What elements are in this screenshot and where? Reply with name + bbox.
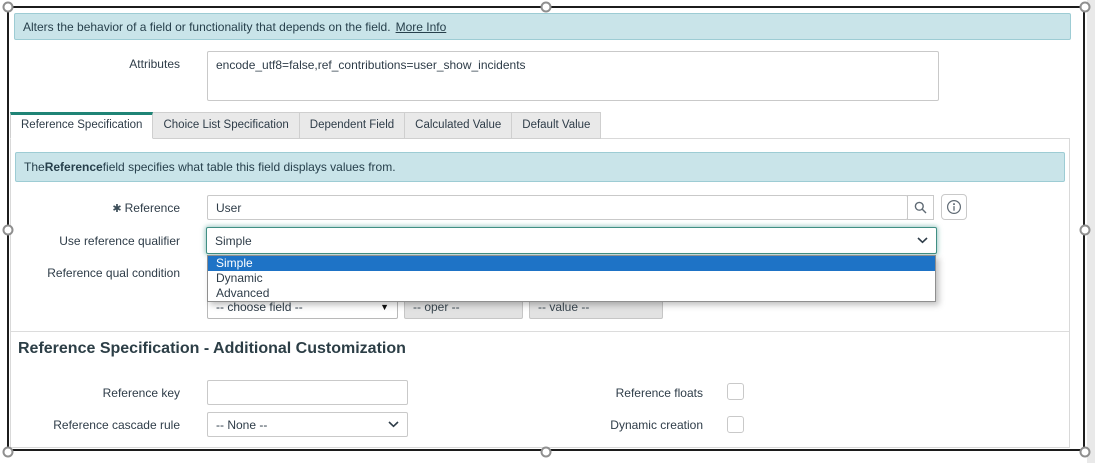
reference-floats-label: Reference floats bbox=[615, 386, 703, 400]
search-icon bbox=[914, 201, 927, 214]
resize-handle-bottom-left[interactable] bbox=[2, 446, 14, 458]
resize-handle-middle-right[interactable] bbox=[1079, 224, 1091, 236]
reference-info-banner: The Reference field specifies what table… bbox=[15, 152, 1065, 182]
section-divider bbox=[11, 331, 1069, 332]
resize-handle-middle-left[interactable] bbox=[2, 224, 14, 236]
screenshot-stage: Alters the behavior of a field or functi… bbox=[0, 0, 1095, 463]
reference-lookup-button[interactable] bbox=[907, 195, 934, 220]
value-placeholder: -- value -- bbox=[538, 300, 590, 314]
tab-default-value[interactable]: Default Value bbox=[511, 112, 602, 139]
resize-handle-top-center[interactable] bbox=[540, 1, 552, 13]
reference-floats-checkbox[interactable] bbox=[727, 383, 744, 400]
dropdown-option-dynamic[interactable]: Dynamic bbox=[208, 271, 935, 286]
reference-help-button[interactable] bbox=[941, 194, 967, 220]
required-asterisk-icon: ✱ bbox=[112, 203, 122, 215]
tab-label: Choice List Specification bbox=[163, 119, 289, 131]
banner-text-prefix: The bbox=[24, 160, 45, 174]
qualifier-selected-value: Simple bbox=[215, 233, 252, 248]
tab-reference-specification[interactable]: Reference Specification bbox=[10, 112, 154, 139]
attributes-input[interactable]: encode_utf8=false,ref_contributions=user… bbox=[207, 51, 939, 101]
tab-choice-list-specification[interactable]: Choice List Specification bbox=[152, 112, 300, 139]
choose-field-value: -- choose field -- bbox=[216, 300, 303, 314]
chevron-down-icon bbox=[388, 421, 399, 428]
reference-key-label: Reference key bbox=[102, 386, 180, 400]
chevron-down-icon bbox=[917, 237, 928, 244]
banner-text-bold: Reference bbox=[44, 160, 103, 174]
tab-label: Reference Specification bbox=[21, 119, 143, 131]
cascade-rule-value: -- None -- bbox=[216, 417, 268, 432]
dropdown-option-advanced[interactable]: Advanced bbox=[208, 286, 935, 301]
banner-text-suffix: field specifies what table this field di… bbox=[102, 160, 396, 174]
reference-cascade-rule-select[interactable]: -- None -- bbox=[207, 412, 408, 437]
qualifier-dropdown-menu: Simple Dynamic Advanced bbox=[207, 255, 936, 302]
tab-label: Dependent Field bbox=[309, 119, 395, 131]
resize-handle-top-left[interactable] bbox=[2, 1, 14, 13]
field-behavior-info-banner: Alters the behavior of a field or functi… bbox=[14, 13, 1071, 40]
info-icon bbox=[946, 199, 962, 215]
tab-dependent-field[interactable]: Dependent Field bbox=[298, 112, 406, 139]
attributes-label: Attributes bbox=[129, 57, 180, 71]
reference-key-input[interactable] bbox=[207, 380, 408, 405]
more-info-link[interactable]: More Info bbox=[396, 20, 447, 34]
reference-label: Reference bbox=[124, 201, 180, 215]
oper-value: -- oper -- bbox=[413, 300, 460, 314]
dropdown-arrow-icon: ▼ bbox=[380, 302, 389, 312]
use-reference-qualifier-label: Use reference qualifier bbox=[59, 234, 180, 248]
resize-handle-bottom-right[interactable] bbox=[1079, 446, 1091, 458]
tab-label: Default Value bbox=[522, 119, 591, 131]
tab-strip: Reference Specification Choice List Spec… bbox=[10, 112, 602, 139]
reference-label-wrap: ✱ Reference bbox=[14, 201, 180, 216]
dynamic-creation-label: Dynamic creation bbox=[610, 418, 703, 432]
reference-cascade-rule-label: Reference cascade rule bbox=[53, 418, 180, 432]
info-banner-text: Alters the behavior of a field or functi… bbox=[23, 19, 391, 34]
tab-calculated-value[interactable]: Calculated Value bbox=[404, 112, 513, 139]
resize-handle-bottom-center[interactable] bbox=[540, 446, 552, 458]
use-reference-qualifier-select[interactable]: Simple bbox=[206, 227, 937, 254]
reference-input[interactable] bbox=[207, 195, 908, 220]
dropdown-option-simple[interactable]: Simple bbox=[208, 256, 935, 271]
dynamic-creation-checkbox[interactable] bbox=[727, 416, 744, 433]
reference-qual-condition-label: Reference qual condition bbox=[47, 266, 180, 280]
tab-label: Calculated Value bbox=[415, 119, 502, 131]
resize-handle-top-right[interactable] bbox=[1079, 1, 1091, 13]
additional-customization-heading: Reference Specification - Additional Cus… bbox=[18, 340, 406, 357]
